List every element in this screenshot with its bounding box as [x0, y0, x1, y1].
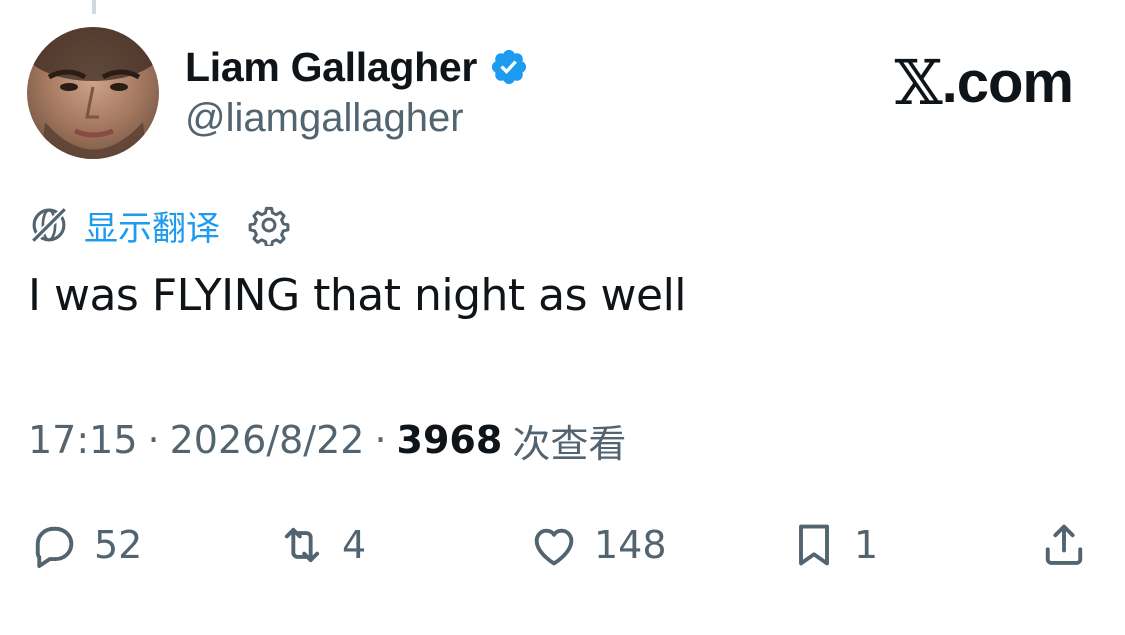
- bookmark-button[interactable]: 1: [788, 510, 878, 580]
- reply-button[interactable]: 52: [28, 510, 142, 580]
- actions-row: 52 4 148 1: [28, 510, 1097, 580]
- tweet-meta: 17:15 · 2026/8/22 · 3968 次查看: [28, 416, 626, 466]
- verified-badge-icon: [491, 49, 527, 85]
- thread-line: [92, 0, 96, 14]
- author-handle[interactable]: @liamgallagher: [185, 96, 464, 141]
- heart-icon: [534, 528, 574, 566]
- reply-icon: [35, 526, 74, 568]
- brand-logo: 𝕏 .com: [894, 46, 1074, 119]
- gear-icon[interactable]: [248, 204, 290, 246]
- retweet-icon: [284, 527, 320, 563]
- bookmark-count: 1: [854, 523, 879, 567]
- views-label: 次查看: [512, 421, 627, 466]
- share-button[interactable]: [1038, 510, 1090, 580]
- show-translation-link[interactable]: 显示翻译: [84, 201, 220, 250]
- meta-separator: ·: [147, 418, 160, 462]
- avatar-image: [27, 27, 159, 159]
- meta-separator: ·: [374, 418, 387, 462]
- reply-count: 52: [94, 523, 143, 567]
- tweet-card: Liam Gallagher @liamgallagher 𝕏 .com 显示翻…: [0, 0, 1125, 635]
- like-button[interactable]: 148: [528, 510, 667, 580]
- globe-slash-icon: [30, 206, 68, 244]
- author-row: Liam Gallagher: [185, 40, 529, 94]
- x-logo-icon: 𝕏: [894, 46, 943, 119]
- retweet-button[interactable]: 4: [276, 510, 366, 580]
- retweet-count: 4: [342, 523, 367, 567]
- like-count: 148: [594, 523, 667, 567]
- tweet-date[interactable]: 2026/8/22: [170, 418, 365, 462]
- tweet-text: I was FLYING that night as well: [28, 270, 687, 321]
- tweet-time[interactable]: 17:15: [28, 418, 138, 462]
- brand-suffix: .com: [941, 50, 1074, 115]
- display-name[interactable]: Liam Gallagher: [185, 44, 477, 91]
- views-count: 3968: [396, 418, 503, 462]
- translate-row: 显示翻译: [28, 200, 290, 250]
- share-icon: [1045, 524, 1083, 565]
- avatar[interactable]: [27, 27, 159, 159]
- bookmark-icon: [799, 524, 829, 566]
